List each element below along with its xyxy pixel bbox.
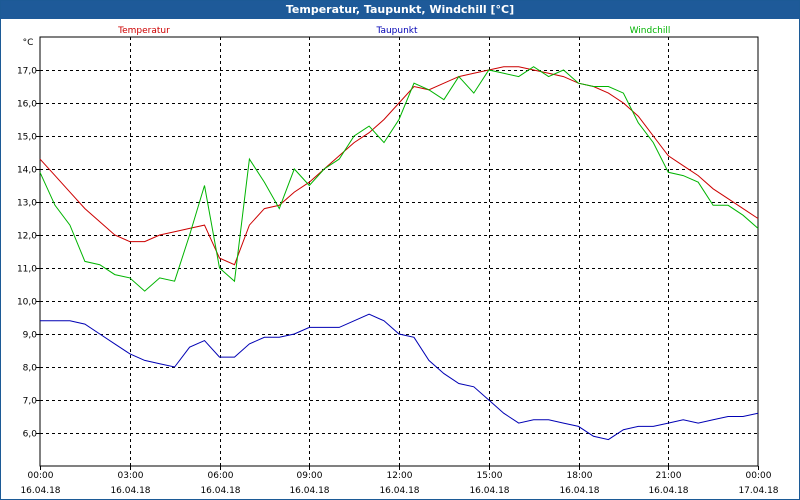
line-chart: 6,0 7,0 8,0 9,0 10,0 11,0 12,0 13,0 14,0 15,0 16,0… bbox=[17, 26, 779, 496]
y-tick-label: 8,0 bbox=[23, 364, 38, 374]
y-tick-label: 10,0 bbox=[17, 298, 37, 308]
y-tick-label: 17,0 bbox=[17, 67, 37, 77]
legend-entry-windchill: Windchill bbox=[630, 26, 671, 36]
x-tick-time-label: 03:00 bbox=[118, 471, 144, 481]
y-tick-label: 12,0 bbox=[17, 232, 37, 242]
x-tick-date-label: 16.04.18 bbox=[200, 486, 240, 496]
x-tick-date-label: 17.04.18 bbox=[738, 486, 778, 496]
y-tick-label: 11,0 bbox=[17, 265, 37, 275]
y-tick-label: 9,0 bbox=[23, 331, 38, 341]
y-tick-label: 16,0 bbox=[17, 100, 37, 110]
legend-entry-temperatur: Temperatur bbox=[117, 26, 170, 36]
x-tick-date-label: 16.04.18 bbox=[20, 486, 60, 496]
x-tick-time-label: 18:00 bbox=[567, 471, 593, 481]
x-tick-date-label: 16.04.18 bbox=[559, 486, 599, 496]
x-tick-date-label: 16.04.18 bbox=[289, 486, 329, 496]
x-tick-date-label: 16.04.18 bbox=[469, 486, 509, 496]
x-tick-date-label: 16.04.18 bbox=[110, 486, 150, 496]
x-tick-time-label: 12:00 bbox=[387, 471, 413, 481]
y-tick-label: 7,0 bbox=[23, 397, 38, 407]
y-axis-unit-label: °C bbox=[23, 38, 34, 48]
x-tick-date-label: 16.04.18 bbox=[648, 486, 688, 496]
x-tick-date-label: 16.04.18 bbox=[379, 486, 419, 496]
y-tick-label: 13,0 bbox=[17, 199, 37, 209]
x-tick-time-label: 15:00 bbox=[477, 471, 503, 481]
x-tick-time-label: 00:00 bbox=[746, 471, 772, 481]
x-tick-time-label: 00:00 bbox=[28, 471, 54, 481]
x-tick-time-label: 06:00 bbox=[208, 471, 234, 481]
x-tick-time-label: 21:00 bbox=[656, 471, 682, 481]
y-tick-label: 15,0 bbox=[17, 133, 37, 143]
plot-area bbox=[39, 36, 759, 467]
legend-entry-taupunkt: Taupunkt bbox=[375, 26, 418, 36]
x-tick-time-label: 09:00 bbox=[297, 471, 323, 481]
y-tick-label: 6,0 bbox=[23, 430, 38, 440]
y-tick-label: 14,0 bbox=[17, 166, 37, 176]
